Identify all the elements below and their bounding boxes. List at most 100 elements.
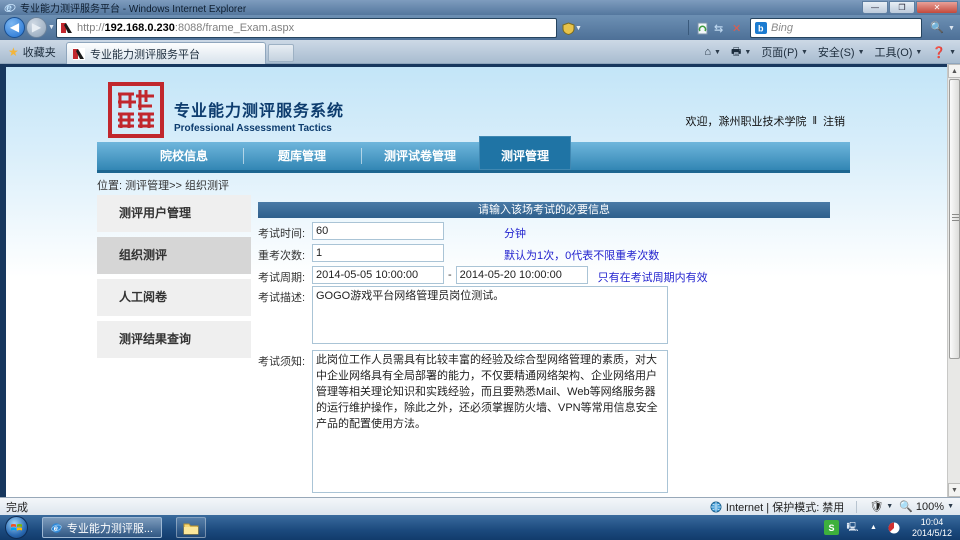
minimize-button[interactable]: — [862,1,888,14]
site-favicon [61,22,73,34]
tray-network-icon[interactable]: 🖳 [845,520,860,535]
form-row-duration: 考试时间: 分钟 [258,222,526,241]
status-bar: 完成 Internet | 保护模式: 禁用 🛡 ▼ 🔍 100% ▼ [0,497,960,515]
close-button[interactable]: ✕ [916,1,958,14]
protected-mode-button[interactable]: 🛡 ▼ [869,500,893,513]
search-icon[interactable]: 🔍 [930,21,944,34]
zone-text: Internet | 保护模式: 禁用 [725,501,845,514]
period-end-input[interactable] [455,266,588,284]
taskbar-explorer-button[interactable] [176,517,206,538]
notice-label: 考试须知: [258,356,306,368]
home-button[interactable]: ⌂ ▼ [704,46,721,58]
duration-hint: 分钟 [504,228,526,240]
print-button[interactable]: 🖶 ▼ [731,43,751,62]
command-bar: ⌂ ▼ 🖶 ▼ 页面(P) ▼ 安全(S) ▼ 工具(O) ▼ ❓ ▼ [704,42,956,62]
help-button[interactable]: ❓ ▼ [932,46,956,59]
home-icon: ⌂ [704,46,712,58]
nav-item-paper-management[interactable]: 测评试卷管理 [361,142,479,170]
help-icon: ❓ [932,46,947,59]
period-separator: - [448,269,452,281]
seal-logo [108,82,164,138]
taskbar-ie-button[interactable]: e 专业能力测评服... [42,517,162,538]
tools-menu[interactable]: 工具(O) ▼ [875,44,923,60]
refresh-icon[interactable] [696,19,709,37]
site-title: 专业能力测评服务系统 [174,103,345,120]
notice-textarea[interactable]: 此岗位工作人员需具有比较丰富的经验及综合型网络管理的素质，对大中企业网络具有全局… [312,350,668,493]
status-separator [856,500,858,513]
star-icon: ★ [8,45,19,59]
page-menu[interactable]: 页面(P) ▼ [761,44,808,60]
security-zone: Internet | 保护模式: 禁用 [710,499,844,515]
period-label: 考试周期: [258,272,306,284]
globe-icon [710,501,722,512]
go-icon[interactable]: ⇆ [714,19,723,37]
page-scrollbar[interactable]: ▲ ▼ [947,64,960,497]
printer-icon: 🖶 [730,45,742,58]
tray-show-hidden-icons[interactable]: ▲ [866,520,881,535]
url-text: http://192.168.0.230:8088/frame_Exam.asp… [77,22,295,34]
page-viewport: 专业能力测评服务系统 Professional Assessment Tacti… [0,64,960,497]
welcome-text: 欢迎，滁州职业技术学院 [685,116,807,128]
nav-item-question-bank[interactable]: 题库管理 [243,142,361,170]
clock-time: 10:04 [920,516,944,527]
period-hint: 只有在考试周期内有效 [597,272,708,284]
favorites-button[interactable]: ★ 收藏夹 [2,42,62,62]
forward-icon[interactable]: ▶ [26,17,47,38]
scroll-down-icon[interactable]: ▼ [948,483,960,497]
search-box[interactable]: b Bing [750,18,922,38]
nav-item-school-info[interactable]: 院校信息 [125,142,243,170]
retake-label: 重考次数: [258,250,306,262]
duration-input[interactable] [312,222,444,240]
history-dropdown-icon[interactable]: ▼ [48,24,55,31]
folder-icon [183,523,199,534]
retake-input[interactable] [312,244,444,262]
form-row-description: 考试描述: GOGO游戏平台网络管理员岗位测试。 [258,286,668,344]
system-tray: S 🖳 ▲ 10:04 2014/5/12 [823,517,956,539]
tray-ime-icon[interactable]: S [823,520,839,535]
form-header: 请输入该场考试的必要信息 [258,202,830,218]
bing-icon: b [755,22,767,34]
search-dropdown-icon[interactable]: ▼ [948,25,955,32]
taskbar-clock[interactable]: 10:04 2014/5/12 [912,517,952,539]
toolbar-separator [688,20,689,35]
description-textarea[interactable]: GOGO游戏平台网络管理员岗位测试。 [312,286,668,344]
scroll-up-icon[interactable]: ▲ [948,64,960,78]
address-field[interactable]: http://192.168.0.230:8088/frame_Exam.asp… [56,18,557,38]
shield-small-icon: 🛡 [869,501,884,513]
screen: e 专业能力测评服务平台 - Windows Internet Explorer… [0,0,960,540]
logout-link[interactable]: 注销 [823,113,845,129]
clock-date: 2014/5/12 [911,527,952,538]
new-tab-button[interactable] [268,44,294,62]
page-content: 专业能力测评服务系统 Professional Assessment Tacti… [6,67,947,497]
back-icon[interactable]: ◀ [4,17,25,38]
sidebar-item-organize-assessment[interactable]: 组织测评 [97,237,251,274]
maximize-button[interactable]: ❐ [889,1,915,14]
retake-hint: 默认为1次，0代表不限重考次数 [504,250,660,262]
compatibility-view-icon[interactable]: ▼ [562,19,582,37]
site-subtitle: Professional Assessment Tactics [174,123,332,134]
ie-logo-icon: e [4,3,16,14]
tab-current[interactable]: 专业能力测评服务平台 [66,42,266,64]
safety-menu[interactable]: 安全(S) ▼ [818,44,865,60]
scrollbar-thumb[interactable] [949,79,960,359]
tray-sound-icon[interactable] [887,520,902,535]
main-nav: 院校信息 题库管理 测评试卷管理 测评管理 [97,136,850,173]
sidebar-item-manual-grading[interactable]: 人工阅卷 [97,279,251,316]
tab-favicon [73,47,85,60]
period-start-input[interactable] [312,266,444,284]
breadcrumb: 位置: 测评管理>> 组织测评 [97,180,230,192]
sidebar-item-result-query[interactable]: 测评结果查询 [97,321,251,358]
start-button[interactable] [5,516,28,539]
description-label: 考试描述: [258,292,306,304]
stop-icon[interactable]: ✕ [732,19,741,37]
sidebar: 测评用户管理 组织测评 人工阅卷 测评结果查询 [97,195,251,363]
form-row-period: 考试周期: - 只有在考试周期内有效 [258,266,708,285]
duration-label: 考试时间: [258,228,306,240]
favorites-tab-row: ★ 收藏夹 专业能力测评服务平台 ⌂ ▼ 🖶 ▼ 页面(P) ▼ 安全(S) ▼ 工具(… [0,40,960,64]
zoom-control[interactable]: 🔍 100% ▼ [899,500,954,514]
taskbar: e 专业能力测评服... S 🖳 ▲ 10:04 2014/5/12 [0,515,960,540]
sidebar-item-user-management[interactable]: 测评用户管理 [97,195,251,232]
form-row-notice: 考试须知: 此岗位工作人员需具有比较丰富的经验及综合型网络管理的素质，对大中企业… [258,350,668,493]
nav-item-assessment-management[interactable]: 测评管理 [479,136,571,170]
taskbar-ie-label: 专业能力测评服... [66,522,153,535]
